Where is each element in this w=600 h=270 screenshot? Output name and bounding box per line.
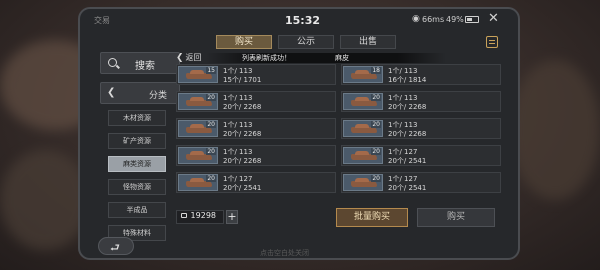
background-blur-right bbox=[510, 60, 600, 200]
back-label: 返回 bbox=[185, 53, 202, 62]
notebook-icon[interactable] bbox=[486, 36, 498, 48]
item-level: 20 bbox=[371, 121, 381, 128]
listing-card[interactable]: 20 1个/ 113 20个/ 2268 bbox=[341, 118, 501, 139]
item-thumbnail: 20 bbox=[343, 147, 383, 164]
item-level: 20 bbox=[371, 175, 381, 182]
status-title: 交易 bbox=[94, 16, 110, 25]
total-price: 20个/ 2268 bbox=[388, 103, 427, 111]
item-thumbnail: 20 bbox=[178, 120, 218, 137]
total-price: 20个/ 2541 bbox=[223, 184, 262, 192]
wifi-icon: ◉ bbox=[412, 14, 420, 24]
sidebar-item-monster[interactable]: 怪物资源 bbox=[108, 179, 166, 195]
total-price: 20个/ 2541 bbox=[388, 184, 427, 192]
item-thumbnail: 20 bbox=[343, 93, 383, 110]
listing-card[interactable]: 20 1个/ 113 20个/ 2268 bbox=[176, 118, 336, 139]
close-icon[interactable]: ✕ bbox=[488, 11, 499, 26]
item-name: 麻皮 bbox=[335, 54, 349, 62]
sidebar-item-wood[interactable]: 木材资源 bbox=[108, 110, 166, 126]
item-level: 20 bbox=[206, 148, 216, 155]
item-level: 20 bbox=[206, 94, 216, 101]
item-thumbnail: 20 bbox=[178, 93, 218, 110]
total-price: 20个/ 2268 bbox=[223, 157, 262, 165]
buy-button[interactable]: 购买 bbox=[417, 208, 495, 227]
item-level: 20 bbox=[206, 121, 216, 128]
total-price: 20个/ 2268 bbox=[223, 103, 262, 111]
listing-card[interactable]: 20 1个/ 113 20个/ 2268 bbox=[176, 145, 336, 166]
item-thumbnail: 20 bbox=[178, 147, 218, 164]
chevron-left-icon: ❮ bbox=[107, 87, 116, 98]
bottom-hint: 点击空白处关闭 bbox=[260, 249, 309, 257]
tab-buy[interactable]: 购买 bbox=[216, 35, 272, 49]
search-icon bbox=[108, 58, 117, 67]
clock: 15:32 bbox=[285, 14, 321, 27]
sidebar-item-hemp[interactable]: 麻类资源 bbox=[108, 156, 166, 172]
total-price: 20个/ 2541 bbox=[388, 157, 427, 165]
item-level: 20 bbox=[206, 175, 216, 182]
listing-card[interactable]: 18 1个/ 113 16个/ 1814 bbox=[341, 64, 501, 85]
item-thumbnail: 15 bbox=[178, 66, 218, 83]
add-currency-button[interactable]: + bbox=[226, 210, 238, 224]
total-price: 15个/ 1701 bbox=[223, 76, 262, 84]
coin-icon bbox=[181, 213, 187, 218]
item-level: 20 bbox=[371, 148, 381, 155]
search-label: 搜索 bbox=[135, 61, 155, 72]
status-bar: 交易 15:32 ◉ 66ms 49% ✕ bbox=[80, 9, 518, 35]
battery-percent: 49% bbox=[446, 15, 464, 24]
battery-level-fill bbox=[467, 18, 472, 21]
return-arrow-icon: ⮐ bbox=[110, 241, 120, 254]
total-price: 16个/ 1814 bbox=[388, 76, 427, 84]
return-button[interactable]: ⮐ bbox=[98, 237, 134, 255]
listing-grid: ❮ 返回 列表刷新成功！ 麻皮 15 1个/ 113 15个/ 1701 18 1… bbox=[176, 52, 501, 204]
tab-sell[interactable]: 出售 bbox=[340, 35, 396, 49]
balance-value: 19298 bbox=[190, 211, 216, 220]
item-thumbnail: 18 bbox=[343, 66, 383, 83]
back-link[interactable]: ❮ 返回 bbox=[176, 52, 202, 63]
category-button[interactable]: ❮ 分类 bbox=[100, 82, 180, 104]
listing-card[interactable]: 15 1个/ 113 15个/ 1701 bbox=[176, 64, 336, 85]
background-blur-lower-left bbox=[0, 150, 90, 250]
listing-card[interactable]: 20 1个/ 113 20个/ 2268 bbox=[341, 91, 501, 112]
tab-announcement[interactable]: 公示 bbox=[278, 35, 334, 49]
item-thumbnail: 20 bbox=[178, 174, 218, 191]
item-thumbnail: 20 bbox=[343, 120, 383, 137]
category-label: 分类 bbox=[149, 91, 168, 101]
sidebar-item-semi-finished[interactable]: 半成品 bbox=[108, 202, 166, 218]
trade-tabs: 购买 公示 出售 bbox=[216, 35, 396, 49]
search-button[interactable]: 搜索 bbox=[100, 52, 180, 74]
item-thumbnail: 20 bbox=[343, 174, 383, 191]
refresh-toast: 列表刷新成功！ bbox=[242, 54, 291, 62]
chevron-left-icon: ❮ bbox=[176, 53, 184, 63]
footer-bar: 19298 + 批量购买 购买 bbox=[176, 207, 498, 231]
listing-card[interactable]: 20 1个/ 127 20个/ 2541 bbox=[341, 145, 501, 166]
battery-icon bbox=[465, 16, 479, 23]
listing-card[interactable]: 20 1个/ 113 20个/ 2268 bbox=[176, 91, 336, 112]
bulk-buy-button[interactable]: 批量购买 bbox=[336, 208, 408, 227]
total-price: 20个/ 2268 bbox=[223, 130, 262, 138]
listing-card[interactable]: 20 1个/ 127 20个/ 2541 bbox=[176, 172, 336, 193]
listing-card[interactable]: 20 1个/ 127 20个/ 2541 bbox=[341, 172, 501, 193]
sidebar-item-mineral[interactable]: 矿产资源 bbox=[108, 133, 166, 149]
item-level: 15 bbox=[206, 67, 216, 74]
trade-panel: 交易 15:32 ◉ 66ms 49% ✕ 购买 公示 出售 搜索 ❮ 分类 木… bbox=[78, 7, 520, 260]
item-level: 20 bbox=[371, 94, 381, 101]
network-latency: 66ms bbox=[422, 15, 445, 24]
total-price: 20个/ 2268 bbox=[388, 130, 427, 138]
currency-balance: 19298 bbox=[176, 210, 224, 224]
item-level: 18 bbox=[371, 67, 381, 74]
